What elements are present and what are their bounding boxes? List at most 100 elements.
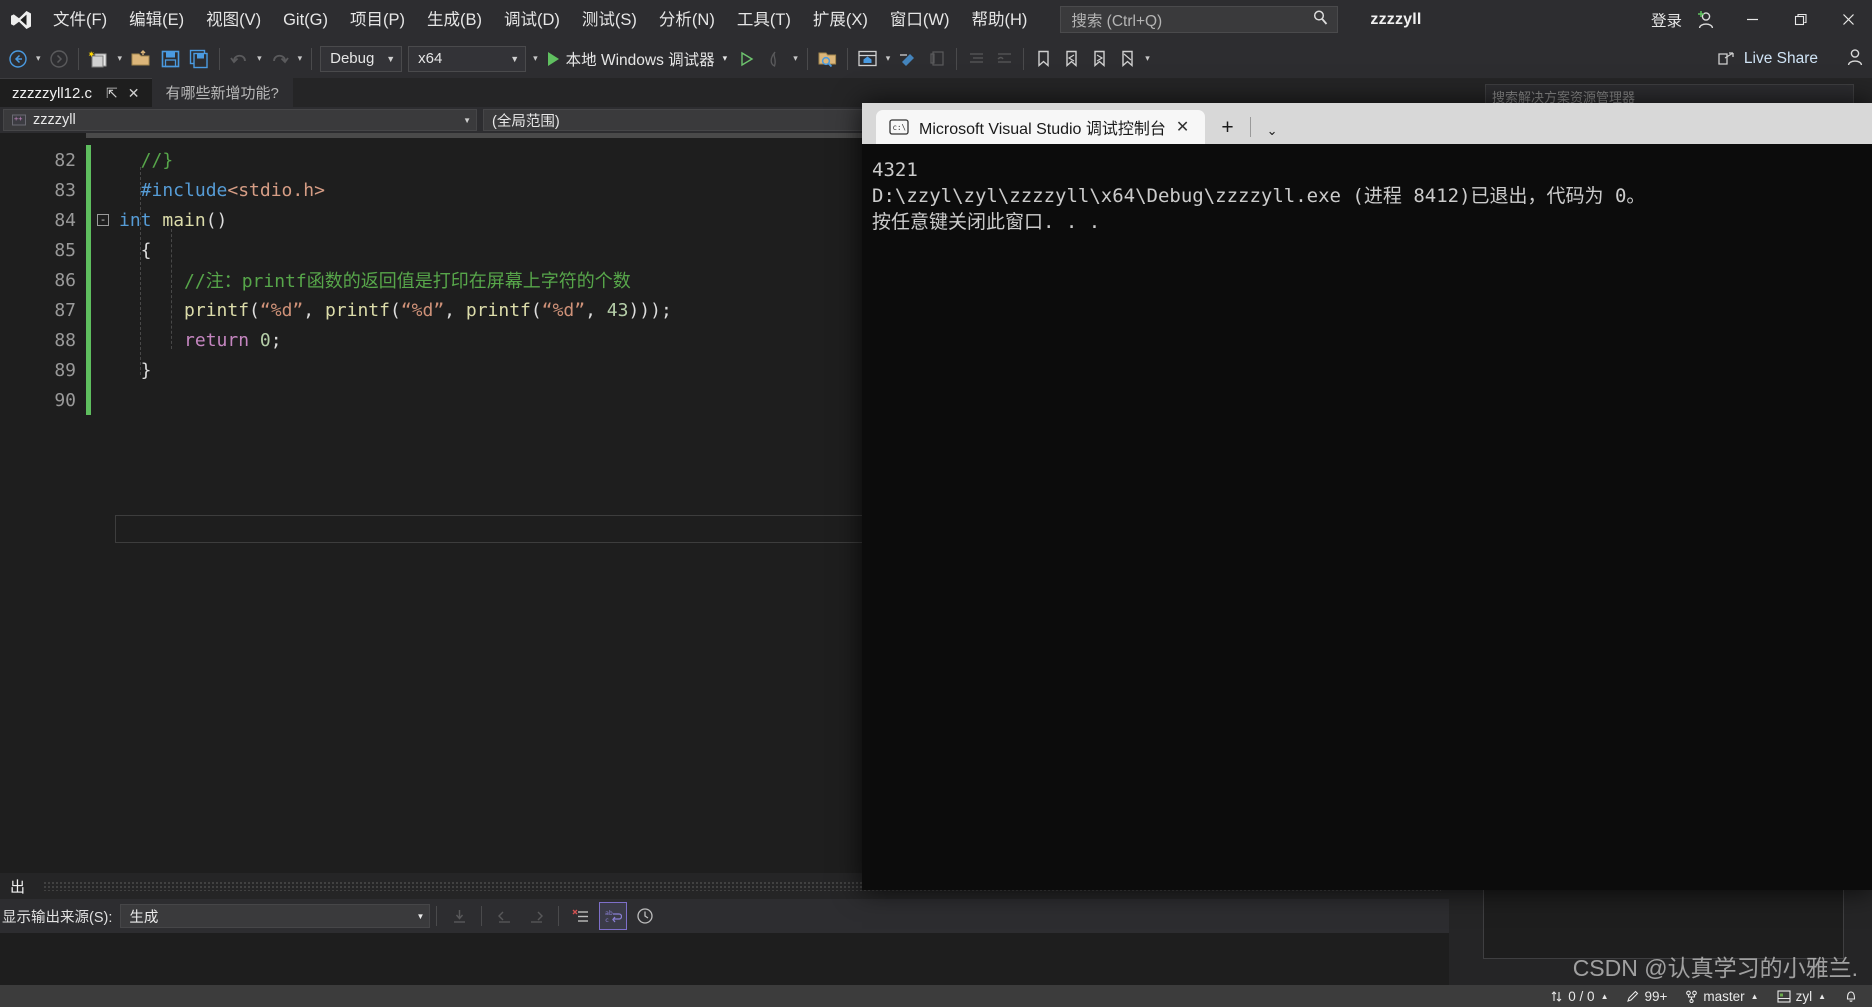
solution-configuration-dropdown[interactable]: Debug ▼ (320, 45, 403, 72)
account-icon[interactable] (1844, 47, 1866, 72)
project-scope-value: zzzzyll (33, 112, 76, 128)
open-file-button[interactable] (126, 43, 156, 74)
toolbar-separator-5 (846, 47, 848, 70)
line-number: 90 (54, 389, 76, 411)
output-source-label: 显示输出来源(S): (2, 909, 113, 926)
save-button[interactable] (156, 43, 185, 74)
visual-studio-window: 文件(F) 编辑(E) 视图(V) Git(G) 项目(P) 生成(B) 调试(… (0, 0, 1872, 1007)
menu-item-help[interactable]: 帮助(H) (960, 5, 1038, 35)
minimize-button[interactable] (1728, 0, 1776, 39)
menu-item-file[interactable]: 文件(F) (42, 5, 118, 35)
line-number: 89 (54, 359, 76, 381)
code-token: 0 (259, 329, 271, 351)
menu-item-analyze[interactable]: 分析(N) (648, 5, 726, 35)
start-without-debugging-button[interactable] (733, 43, 761, 74)
new-tab-button[interactable]: + (1205, 116, 1249, 144)
chevron-down-icon: ▼ (510, 53, 520, 64)
show-timestamps-button[interactable] (631, 902, 659, 930)
menu-item-project[interactable]: 项目(P) (339, 5, 416, 35)
bell-icon (1844, 989, 1858, 1003)
tab-output[interactable]: 出 (0, 876, 35, 897)
chevron-down-icon[interactable]: ▾ (723, 53, 728, 64)
maximize-button[interactable] (1776, 0, 1824, 39)
toggle-word-wrap-button[interactable]: ab c (599, 902, 628, 930)
line-number: 84 (54, 209, 76, 231)
console-output-area[interactable]: 4321 D:\zzyl\zyl\zzzzyll\x64\Debug\zzzzyl… (862, 144, 1872, 235)
menu-item-build[interactable]: 生成(B) (416, 5, 493, 35)
tab-zzzzzyll12-c[interactable]: zzzzzyll12.c ⇱ ✕ (0, 78, 152, 107)
toolbar-separator-7 (1023, 47, 1025, 70)
chevron-down-icon: ▼ (416, 911, 425, 921)
menu-item-edit[interactable]: 编辑(E) (118, 5, 195, 35)
output-toolbar-separator (436, 906, 438, 926)
status-git-branch[interactable]: master ▲ (1676, 989, 1767, 1004)
platform-extra-dropdown[interactable]: ▾ (529, 53, 542, 64)
new-project-dropdown[interactable]: ▾ (114, 53, 127, 64)
chevron-down-icon[interactable]: ⌄ (1251, 123, 1294, 144)
debug-console-window[interactable]: c:\ Microsoft Visual Studio 调试控制台 ✕ + ⌄ … (862, 103, 1872, 890)
output-source-dropdown[interactable]: 生成 ▼ (120, 904, 431, 928)
clear-all-button[interactable] (567, 902, 595, 930)
menu-item-tools[interactable]: 工具(T) (726, 5, 802, 35)
output-source-value: 生成 (129, 909, 159, 926)
hot-reload-dropdown: ▾ (793, 53, 798, 63)
status-source-control-changes[interactable]: 0 / 0 ▲ (1541, 989, 1617, 1004)
status-git-repository[interactable]: zyl ▲ (1768, 989, 1835, 1004)
start-debugging-button[interactable]: 本地 Windows 调试器 ▾ (542, 43, 734, 74)
navigate-backward-dropdown[interactable]: ▾ (32, 53, 45, 64)
title-bar: 文件(F) 编辑(E) 视图(V) Git(G) 项目(P) 生成(B) 调试(… (0, 0, 1872, 39)
line-number: 85 (54, 239, 76, 261)
menu-item-test[interactable]: 测试(S) (571, 5, 648, 35)
jump-to-source-button (445, 902, 473, 930)
change-indicator (86, 385, 91, 415)
clear-bookmarks-button[interactable] (1113, 43, 1141, 74)
tab-whats-new[interactable]: 有哪些新增功能? (151, 78, 293, 107)
pin-icon[interactable]: ⇱ (101, 85, 123, 102)
code-token: main (162, 209, 206, 231)
menu-item-git[interactable]: Git(G) (272, 5, 339, 35)
close-button[interactable] (1824, 0, 1872, 39)
sign-in-button[interactable]: 登录 (1645, 5, 1688, 35)
previous-bookmark-button[interactable] (1057, 43, 1085, 74)
console-tab-title: Microsoft Visual Studio 调试控制台 (919, 121, 1166, 138)
next-message-button (522, 902, 550, 930)
menu-item-debug[interactable]: 调试(D) (493, 5, 571, 35)
close-icon[interactable]: ✕ (1166, 117, 1199, 137)
search-input[interactable]: 搜索 (Ctrl+Q) (1060, 6, 1339, 33)
solution-platform-dropdown[interactable]: x64 ▼ (408, 45, 527, 72)
next-bookmark-button[interactable] (1085, 43, 1113, 74)
navigate-backward-button[interactable] (4, 43, 32, 74)
status-pending-edits[interactable]: 99+ (1617, 989, 1676, 1004)
status-label: 99+ (1644, 988, 1668, 1004)
console-tab[interactable]: c:\ Microsoft Visual Studio 调试控制台 ✕ (876, 110, 1206, 144)
toggle-bookmark-button[interactable] (1029, 43, 1057, 74)
redo-button (266, 43, 294, 74)
status-notifications[interactable] (1835, 989, 1872, 1003)
add-account-icon[interactable] (1694, 10, 1716, 30)
output-window-text-area[interactable] (0, 933, 1449, 983)
code-token: printf (119, 299, 250, 321)
solution-platform-value: x64 (418, 50, 443, 67)
close-icon[interactable]: ✕ (123, 85, 145, 102)
toolbar-overflow-button[interactable]: ▾ (1141, 53, 1154, 64)
repo-icon (1777, 989, 1791, 1003)
caret-up-icon: ▲ (1750, 991, 1759, 1001)
select-folder-button[interactable] (813, 43, 842, 74)
menu-item-window[interactable]: 窗口(W) (879, 5, 961, 35)
live-share-button[interactable]: Live Share (1709, 43, 1826, 74)
code-token: , (303, 299, 325, 321)
svg-text:c:\: c:\ (893, 123, 907, 132)
solution-explorer-dropdown[interactable]: ▾ (882, 53, 895, 64)
properties-window-button[interactable] (894, 43, 923, 74)
new-project-button[interactable] (84, 43, 114, 74)
code-token: { (119, 239, 152, 261)
collapse-icon[interactable]: - (97, 214, 109, 226)
console-line: D:\zzyl\zyl\zzzzyll\x64\Debug\zzzzyll.ex… (872, 185, 1646, 207)
save-all-button[interactable] (185, 43, 214, 74)
code-text: { (115, 240, 152, 261)
project-scope-dropdown[interactable]: ++ zzzzyll ▼ (3, 109, 477, 131)
menu-item-extensions[interactable]: 扩展(X) (802, 5, 879, 35)
solution-explorer-button[interactable] (853, 43, 882, 74)
fold-gutter[interactable]: - (91, 214, 115, 226)
menu-item-view[interactable]: 视图(V) (195, 5, 272, 35)
